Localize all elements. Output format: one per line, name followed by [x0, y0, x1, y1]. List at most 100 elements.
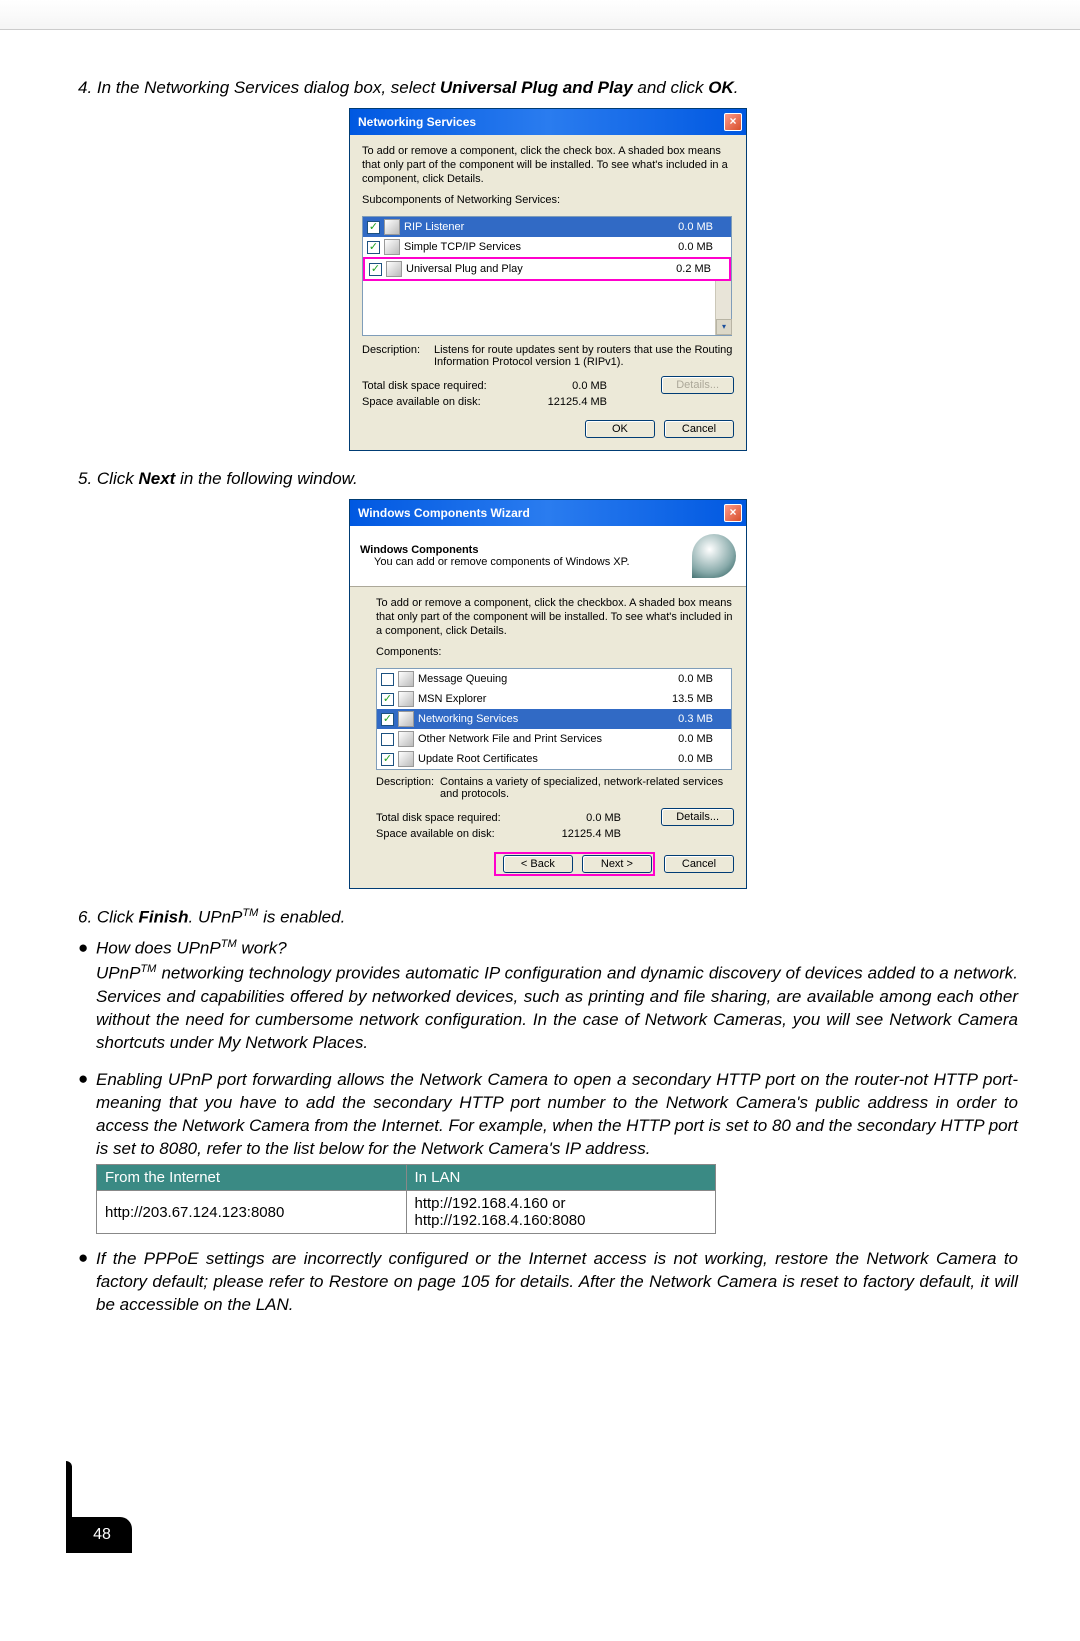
list-item[interactable]: ✓ Message Queuing 0.0 MB: [377, 669, 731, 689]
component-icon: [398, 711, 414, 727]
highlighted-upnp-row: ✓ Universal Plug and Play 0.2 MB: [363, 257, 731, 281]
list-item-size: 0.2 MB: [651, 263, 711, 275]
page-header-stripe: [0, 0, 1080, 30]
bullet-dot-icon: ●: [78, 1069, 96, 1161]
component-icon: [398, 751, 414, 767]
list-item-label: Other Network File and Print Services: [418, 733, 653, 745]
dialog2-titlebar: Windows Components Wizard ×: [350, 500, 746, 526]
list-item-size: 0.0 MB: [653, 673, 713, 685]
table-cell-internet: http://203.67.124.123:8080: [97, 1191, 407, 1234]
list-item[interactable]: ✓ Simple TCP/IP Services 0.0 MB: [363, 237, 731, 257]
q1-prefix: How does UPnP: [96, 938, 221, 957]
step5-instruction: 5. Click Next in the following window.: [78, 469, 1018, 489]
description-label: Description:: [362, 344, 434, 368]
total-space-value: 0.0 MB: [531, 812, 621, 824]
next-button[interactable]: Next >: [582, 855, 652, 873]
list-blank-area: ▾: [363, 281, 731, 335]
p1-sup: TM: [140, 963, 156, 975]
checkbox-icon[interactable]: ✓: [381, 753, 394, 766]
list-item-label: Update Root Certificates: [418, 753, 653, 765]
close-icon[interactable]: ×: [724, 504, 742, 522]
step6-bold: Finish: [138, 908, 188, 927]
scroll-down-icon[interactable]: ▾: [716, 319, 732, 335]
scrollbar[interactable]: ▾: [715, 281, 731, 335]
list-item[interactable]: ✓ Networking Services 0.3 MB: [377, 709, 731, 729]
service-icon: [384, 239, 400, 255]
checkbox-icon[interactable]: ✓: [381, 673, 394, 686]
list-item[interactable]: ✓ MSN Explorer 13.5 MB: [377, 689, 731, 709]
total-space-label: Total disk space required:: [362, 380, 517, 392]
checkbox-icon[interactable]: ✓: [367, 221, 380, 234]
step6-suffix: is enabled.: [258, 908, 345, 927]
wizard-header: Windows Components You can add or remove…: [350, 526, 746, 587]
dialog1-description: To add or remove a component, click the …: [362, 145, 734, 186]
list-item-size: 0.0 MB: [653, 241, 713, 253]
ok-button[interactable]: OK: [585, 420, 655, 438]
p2-text: Enabling UPnP port forwarding allows the…: [96, 1070, 1018, 1158]
list-item-label: Message Queuing: [418, 673, 653, 685]
bullet-enabling-upnp: ● Enabling UPnP port forwarding allows t…: [78, 1069, 1018, 1161]
step4-bold1: Universal Plug and Play: [440, 78, 633, 97]
list-item-label: Networking Services: [418, 713, 653, 725]
upnp-explanation-paragraph: UPnPTM networking technology provides au…: [96, 962, 1018, 1054]
component-icon: [398, 671, 414, 687]
component-icon: [398, 731, 414, 747]
details-button[interactable]: Details...: [661, 808, 734, 826]
bullet-pppoe: ● If the PPPoE settings are incorrectly …: [78, 1248, 1018, 1317]
list-item[interactable]: ✓ Other Network File and Print Services …: [377, 729, 731, 749]
table-cell-lan-line2: http://192.168.4.160:8080: [415, 1212, 586, 1229]
step6-instruction: 6. Click Finish. UPnPTM is enabled.: [78, 907, 1018, 928]
windows-components-wizard-dialog: Windows Components Wizard × Windows Comp…: [349, 499, 747, 889]
table-header-lan: In LAN: [406, 1165, 716, 1191]
list-item-label: MSN Explorer: [418, 693, 653, 705]
wizard-button-row: < Back Next > Cancel: [362, 852, 734, 876]
close-icon[interactable]: ×: [724, 113, 742, 131]
list-item-size: 0.0 MB: [653, 753, 713, 765]
step4-instruction: 4. In the Networking Services dialog box…: [78, 78, 1018, 98]
table-header-internet: From the Internet: [97, 1165, 407, 1191]
avail-space-label: Space available on disk:: [362, 396, 517, 408]
service-icon: [386, 261, 402, 277]
total-space-label: Total disk space required:: [376, 812, 531, 824]
wizard-icon: [692, 534, 736, 578]
list-item-size: 0.0 MB: [653, 733, 713, 745]
checkbox-icon[interactable]: ✓: [367, 241, 380, 254]
step6-prefix: 6. Click: [78, 908, 138, 927]
cancel-button[interactable]: Cancel: [664, 855, 734, 873]
list-item[interactable]: ✓ RIP Listener 0.0 MB: [363, 217, 731, 237]
avail-space-value: 12125.4 MB: [517, 396, 607, 408]
networking-services-dialog: Networking Services × To add or remove a…: [349, 108, 747, 451]
step6-sup: TM: [242, 907, 258, 919]
page-number: 48: [93, 1526, 111, 1544]
dialog2-body-text: To add or remove a component, click the …: [376, 597, 734, 638]
ip-address-table: From the Internet In LAN http://203.67.1…: [96, 1164, 716, 1234]
components-label: Components:: [376, 646, 734, 660]
dialog1-subcomponents-label: Subcomponents of Networking Services:: [362, 194, 734, 208]
cancel-button[interactable]: Cancel: [664, 420, 734, 438]
list-item[interactable]: ✓ Universal Plug and Play 0.2 MB: [365, 259, 729, 279]
step4-mid: and click: [633, 78, 709, 97]
step5-prefix: 5. Click: [78, 469, 138, 488]
dialog2-title: Windows Components Wizard: [358, 506, 530, 520]
checkbox-icon[interactable]: ✓: [381, 733, 394, 746]
checkbox-icon[interactable]: ✓: [369, 263, 382, 276]
list-item[interactable]: ✓ Update Root Certificates 0.0 MB: [377, 749, 731, 769]
checkbox-icon[interactable]: ✓: [381, 693, 394, 706]
step4-bold2: OK: [708, 78, 734, 97]
back-button[interactable]: < Back: [503, 855, 573, 873]
page-number-badge: 48: [72, 1517, 132, 1553]
step6-mid: . UPnP: [189, 908, 243, 927]
description-label: Description:: [376, 776, 440, 800]
table-cell-lan: http://192.168.4.160 or http://192.168.4…: [406, 1191, 716, 1234]
p1-rest: networking technology provides automatic…: [96, 964, 1018, 1052]
avail-space-value: 12125.4 MB: [531, 828, 621, 840]
step5-bold: Next: [138, 469, 175, 488]
bullet-dot-icon: ●: [78, 1248, 96, 1317]
highlighted-nav-buttons: < Back Next >: [494, 852, 655, 876]
subcomponents-list: ✓ RIP Listener 0.0 MB ✓ Simple TCP/IP Se…: [362, 216, 732, 336]
bullet-how-upnp-works: ● How does UPnPTM work?: [78, 938, 1018, 959]
step4-suffix: .: [734, 78, 739, 97]
checkbox-icon[interactable]: ✓: [381, 713, 394, 726]
step5-suffix: in the following window.: [175, 469, 357, 488]
service-icon: [384, 219, 400, 235]
